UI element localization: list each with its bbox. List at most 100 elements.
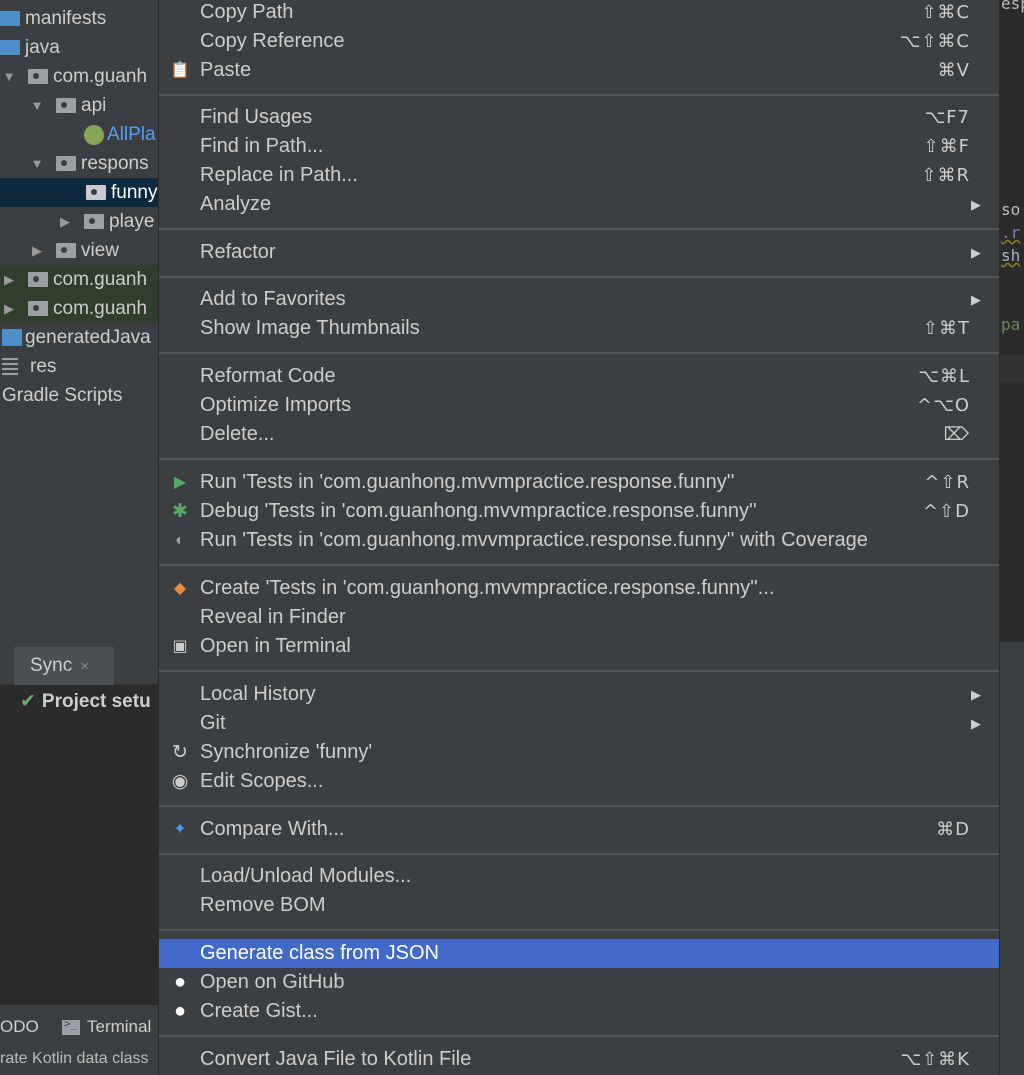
menu-item-replace-in-path[interactable]: Replace in Path... ⇧⌘R: [159, 161, 999, 190]
shortcut-label: ⇧⌘F: [923, 136, 970, 157]
code-editor[interactable]: esp so .r sh pa: [999, 0, 1024, 642]
menu-item-label: Local History: [200, 683, 316, 705]
menu-separator: [159, 352, 999, 354]
tree-item-label: AllPla: [107, 123, 156, 145]
tree-item-response[interactable]: ▼ respons: [0, 149, 160, 178]
submenu-arrow-icon: ▶: [971, 715, 981, 731]
menu-item-show-image-thumbnails[interactable]: Show Image Thumbnails ⇧⌘T: [159, 314, 999, 343]
tree-item-label: res: [30, 355, 57, 377]
menu-item-delete[interactable]: Delete... ⌦: [159, 420, 999, 449]
tree-item-kotlin-file[interactable]: AllPla: [0, 120, 160, 149]
context-menu: Copy Path ⇧⌘C Copy Reference ⌥⇧⌘C 📋 Past…: [158, 0, 1000, 1075]
menu-item-label: Add to Favorites: [200, 288, 346, 310]
menu-item-label: Find in Path...: [200, 135, 324, 157]
tree-item-player[interactable]: ▶ playe: [0, 207, 160, 236]
status-bar: rate Kotlin data class: [0, 1044, 160, 1075]
tree-item-package-androidtest[interactable]: ▶ com.guanh: [0, 265, 160, 294]
tree-item-funny[interactable]: funny: [0, 178, 160, 207]
menu-item-open-in-terminal[interactable]: ▣ Open in Terminal: [159, 632, 999, 661]
menu-item-add-to-favorites[interactable]: Add to Favorites ▶: [159, 285, 999, 314]
menu-item-label: Open on GitHub: [200, 971, 345, 993]
menu-item-debug-tests[interactable]: ✱ Debug 'Tests in 'com.guanhong.mvvmprac…: [159, 497, 999, 526]
menu-item-convert-java-to-kotlin[interactable]: Convert Java File to Kotlin File ⌥⇧⌘K: [159, 1045, 999, 1074]
menu-item-load-unload-modules[interactable]: Load/Unload Modules...: [159, 862, 999, 891]
terminal-tab-label: Terminal: [87, 1017, 152, 1036]
expand-arrow-icon[interactable]: ▶: [0, 301, 18, 317]
submenu-arrow-icon: ▶: [971, 291, 981, 307]
todo-tab[interactable]: ODO: [0, 1017, 39, 1037]
shortcut-label: ⇧⌘C: [921, 2, 970, 23]
sync-panel: [0, 685, 160, 1005]
tree-item-label: java: [25, 36, 60, 58]
menu-item-run-with-coverage[interactable]: ◐ Run 'Tests in 'com.guanhong.mvvmpracti…: [159, 526, 999, 555]
menu-item-label: Optimize Imports: [200, 394, 352, 416]
tree-item-label: com.guanh: [53, 268, 148, 290]
terminal-tab[interactable]: Terminal: [62, 1017, 151, 1037]
expand-arrow-icon[interactable]: ▶: [0, 272, 18, 288]
menu-item-reveal-in-finder[interactable]: Reveal in Finder: [159, 603, 999, 632]
expand-arrow-icon[interactable]: ▶: [28, 243, 46, 259]
shortcut-label: ⌥⇧⌘K: [900, 1049, 970, 1070]
menu-separator: [159, 564, 999, 566]
status-text: rate Kotlin data class: [0, 1050, 149, 1067]
menu-item-remove-bom[interactable]: Remove BOM: [159, 891, 999, 920]
menu-item-refactor[interactable]: Refactor ▶: [159, 238, 999, 267]
menu-separator: [159, 805, 999, 807]
tree-item-java[interactable]: java: [0, 33, 160, 62]
coverage-icon: ◐: [175, 532, 185, 549]
sync-status-label: Project setu: [41, 691, 151, 712]
menu-item-paste[interactable]: 📋 Paste ⌘V: [159, 56, 999, 85]
sync-status-item[interactable]: ✔ Project setu: [20, 690, 151, 713]
menu-item-label: Compare With...: [200, 818, 345, 840]
menu-item-compare-with[interactable]: ✦ Compare With... ⌘D: [159, 815, 999, 844]
scope-icon: ◉: [171, 771, 189, 792]
menu-item-run-tests[interactable]: ▶ Run 'Tests in 'com.guanhong.mvvmpracti…: [159, 468, 999, 497]
menu-item-optimize-imports[interactable]: Optimize Imports ^⌥O: [159, 391, 999, 420]
compare-icon: ✦: [173, 821, 187, 838]
menu-item-create-gist[interactable]: ● Create Gist...: [159, 997, 999, 1026]
menu-item-reformat-code[interactable]: Reformat Code ⌥⌘L: [159, 362, 999, 391]
menu-item-copy-reference[interactable]: Copy Reference ⌥⇧⌘C: [159, 27, 999, 56]
shortcut-label: ⌘D: [936, 819, 970, 840]
tree-item-view[interactable]: ▶ view: [0, 236, 160, 265]
tree-item-gradle-scripts[interactable]: Gradle Scripts: [0, 381, 160, 410]
menu-item-find-usages[interactable]: Find Usages ⌥F7: [159, 103, 999, 132]
expand-arrow-icon[interactable]: ▼: [28, 98, 46, 113]
menu-item-label: Create 'Tests in 'com.guanhong.mvvmpract…: [200, 577, 775, 599]
close-icon[interactable]: ×: [80, 658, 89, 675]
menu-item-git[interactable]: Git ▶: [159, 709, 999, 738]
expand-arrow-icon[interactable]: ▶: [56, 214, 74, 230]
tree-item-label: playe: [109, 210, 155, 232]
menu-item-create-tests[interactable]: ◆ Create 'Tests in 'com.guanhong.mvvmpra…: [159, 574, 999, 603]
tree-item-package[interactable]: ▼ com.guanh: [0, 62, 160, 91]
expand-arrow-icon[interactable]: ▼: [28, 156, 46, 171]
menu-item-label: Git: [200, 712, 226, 734]
menu-item-edit-scopes[interactable]: ◉ Edit Scopes...: [159, 767, 999, 796]
menu-item-copy-path[interactable]: Copy Path ⇧⌘C: [159, 0, 999, 27]
folder-icon: [0, 11, 20, 26]
menu-separator: [159, 929, 999, 931]
code-snippet: pa: [1001, 315, 1021, 334]
tab-sync[interactable]: Sync ×: [14, 647, 114, 685]
tree-item-manifests[interactable]: manifests: [0, 4, 160, 33]
menu-item-label: Copy Reference: [200, 30, 345, 52]
tree-item-package-test[interactable]: ▶ com.guanh: [0, 294, 160, 323]
menu-item-analyze[interactable]: Analyze ▶: [159, 190, 999, 219]
tree-item-generated-java[interactable]: generatedJava: [0, 323, 160, 352]
tree-item-res[interactable]: res: [0, 352, 160, 381]
sync-icon: ↻: [172, 742, 188, 763]
tree-item-label: view: [81, 239, 120, 261]
expand-arrow-icon[interactable]: ▼: [0, 69, 18, 84]
menu-item-open-on-github[interactable]: ● Open on GitHub: [159, 968, 999, 997]
shortcut-label: ^⌥O: [917, 395, 970, 416]
menu-item-label: Delete...: [200, 423, 275, 445]
tree-item-label: funny: [111, 181, 158, 203]
kotlin-file-icon: [84, 124, 104, 145]
shortcut-label: ⇧⌘T: [922, 318, 970, 339]
tree-item-api[interactable]: ▼ api: [0, 91, 160, 120]
menu-item-generate-class-from-json[interactable]: Generate class from JSON: [159, 939, 999, 968]
menu-item-find-in-path[interactable]: Find in Path... ⇧⌘F: [159, 132, 999, 161]
menu-item-synchronize[interactable]: ↻ Synchronize 'funny': [159, 738, 999, 767]
menu-item-local-history[interactable]: Local History ▶: [159, 680, 999, 709]
package-icon: [86, 185, 106, 200]
